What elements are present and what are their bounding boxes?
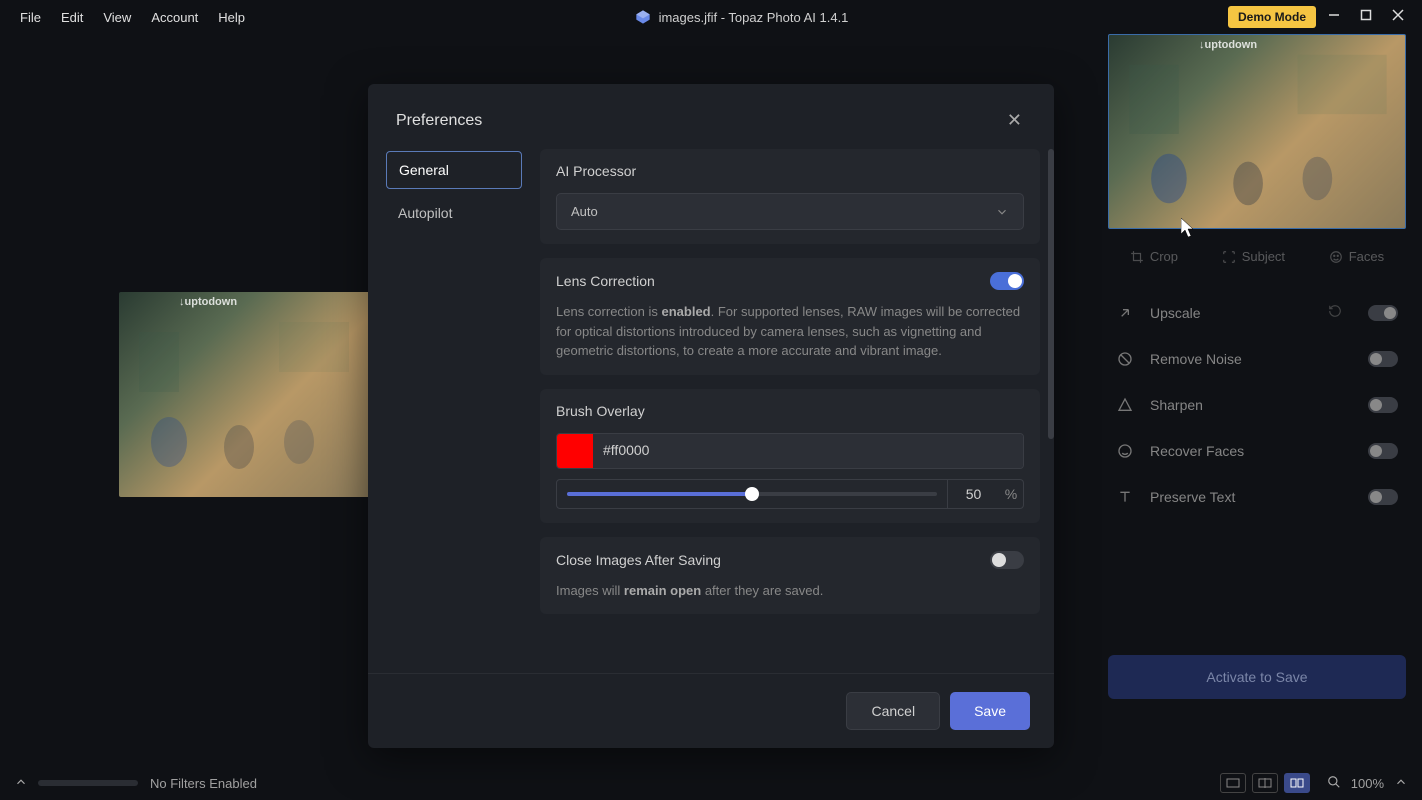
subject-tool[interactable]: Subject [1222, 249, 1285, 264]
sharpen-toggle[interactable] [1368, 397, 1398, 413]
preferences-dialog: Preferences ✕ General Autopilot AI Proce… [368, 84, 1054, 748]
card-close-after-save: Close Images After Saving Images will re… [540, 537, 1040, 615]
preserve-text-toggle[interactable] [1368, 489, 1398, 505]
image-thumbnail-right[interactable]: ↓uptodown [1108, 34, 1406, 229]
upscale-icon [1116, 305, 1134, 321]
dialog-scrollbar[interactable] [1048, 149, 1054, 439]
ai-processor-select[interactable]: Auto [556, 193, 1024, 230]
recover-faces-label: Recover Faces [1150, 443, 1352, 459]
brush-title: Brush Overlay [556, 403, 1024, 419]
right-sidebar: ↓uptodown Crop Subject Faces [1108, 34, 1406, 699]
subject-label: Subject [1242, 249, 1285, 264]
remove-noise-label: Remove Noise [1150, 351, 1352, 367]
view-side-by-side[interactable] [1284, 773, 1310, 793]
brush-color-input[interactable]: #ff0000 [593, 434, 1023, 468]
remove-noise-toggle[interactable] [1368, 351, 1398, 367]
preserve-text-label: Preserve Text [1150, 489, 1352, 505]
close-window-button[interactable] [1392, 8, 1404, 26]
filter-status: No Filters Enabled [150, 776, 257, 791]
chevron-down-icon [995, 205, 1009, 219]
menu-file[interactable]: File [10, 4, 51, 31]
sharpen-icon [1116, 397, 1134, 413]
sharpen-label: Sharpen [1150, 397, 1352, 413]
close-save-description: Images will remain open after they are s… [556, 581, 1024, 601]
tool-row: Crop Subject Faces [1108, 249, 1406, 264]
filter-sharpen[interactable]: Sharpen [1116, 397, 1398, 413]
minimize-button[interactable] [1328, 8, 1340, 26]
maximize-button[interactable] [1360, 8, 1372, 26]
dialog-title: Preferences [396, 112, 482, 130]
remove-noise-icon [1116, 351, 1134, 367]
brush-value[interactable]: 50 [947, 480, 999, 508]
image-thumbnail-left[interactable]: ↓uptodown [119, 292, 371, 497]
recover-faces-toggle[interactable] [1368, 443, 1398, 459]
brush-percent: % [999, 480, 1023, 508]
tab-autopilot[interactable]: Autopilot [386, 195, 522, 231]
brush-color-row: #ff0000 [556, 433, 1024, 469]
subject-icon [1222, 250, 1236, 264]
window-title: images.jfif - Topaz Photo AI 1.4.1 [659, 10, 849, 25]
ai-processor-title: AI Processor [556, 163, 1024, 179]
slider-thumb[interactable] [745, 487, 759, 501]
crop-tool[interactable]: Crop [1130, 249, 1178, 264]
card-lens-correction: Lens Correction Lens correction is enabl… [540, 258, 1040, 375]
zoom-search-icon[interactable] [1327, 775, 1341, 792]
filter-remove-noise[interactable]: Remove Noise [1116, 351, 1398, 367]
dialog-content: AI Processor Auto Lens Correction Lens c… [540, 149, 1054, 673]
bottom-bar: No Filters Enabled 100% [0, 766, 1422, 800]
crop-label: Crop [1150, 249, 1178, 264]
tab-general[interactable]: General [386, 151, 522, 189]
brush-slider-row: 50 % [556, 479, 1024, 509]
faces-tool[interactable]: Faces [1329, 249, 1384, 264]
lens-description: Lens correction is enabled. For supporte… [556, 302, 1024, 361]
filter-range[interactable] [38, 780, 138, 786]
zoom-chevron[interactable] [1394, 775, 1408, 792]
card-brush-overlay: Brush Overlay #ff0000 50 % [540, 389, 1040, 523]
faces-icon [1329, 250, 1343, 264]
menu-account[interactable]: Account [141, 4, 208, 31]
view-single[interactable] [1220, 773, 1246, 793]
close-save-title: Close Images After Saving [556, 552, 721, 568]
expand-chevron[interactable] [14, 775, 28, 792]
upscale-label: Upscale [1150, 305, 1312, 321]
lens-title: Lens Correction [556, 273, 655, 289]
menubar: File Edit View Account Help images.jfif … [0, 0, 1422, 34]
filter-preserve-text[interactable]: Preserve Text [1116, 489, 1398, 505]
cancel-button[interactable]: Cancel [846, 692, 940, 730]
brush-slider[interactable] [557, 480, 947, 508]
menu-view[interactable]: View [93, 4, 141, 31]
app-logo-icon [635, 9, 651, 25]
undo-icon[interactable] [1328, 304, 1342, 321]
window-title-area: images.jfif - Topaz Photo AI 1.4.1 [255, 9, 1228, 25]
demo-mode-badge[interactable]: Demo Mode [1228, 6, 1316, 28]
zoom-level[interactable]: 100% [1351, 776, 1384, 791]
filter-upscale[interactable]: Upscale [1116, 304, 1398, 321]
filter-recover-faces[interactable]: Recover Faces [1116, 443, 1398, 459]
preserve-text-icon [1116, 489, 1134, 505]
menu-edit[interactable]: Edit [51, 4, 93, 31]
activate-to-save-button[interactable]: Activate to Save [1108, 655, 1406, 699]
faces-label: Faces [1349, 249, 1384, 264]
menu-help[interactable]: Help [208, 4, 255, 31]
save-button[interactable]: Save [950, 692, 1030, 730]
main-area: ↓uptodown ↓uptodown Crop [0, 34, 1422, 766]
close-save-toggle[interactable] [990, 551, 1024, 569]
recover-faces-icon [1116, 443, 1134, 459]
card-ai-processor: AI Processor Auto [540, 149, 1040, 244]
ai-processor-value: Auto [571, 204, 598, 219]
view-split[interactable] [1252, 773, 1278, 793]
brush-color-swatch[interactable] [557, 434, 593, 468]
lens-toggle[interactable] [990, 272, 1024, 290]
crop-icon [1130, 250, 1144, 264]
close-dialog-button[interactable]: ✕ [1003, 110, 1026, 131]
upscale-toggle[interactable] [1368, 305, 1398, 321]
filter-list: Upscale Remove Noise Sharpen Recover Fac… [1108, 304, 1406, 505]
dialog-sidebar: General Autopilot [368, 149, 540, 673]
